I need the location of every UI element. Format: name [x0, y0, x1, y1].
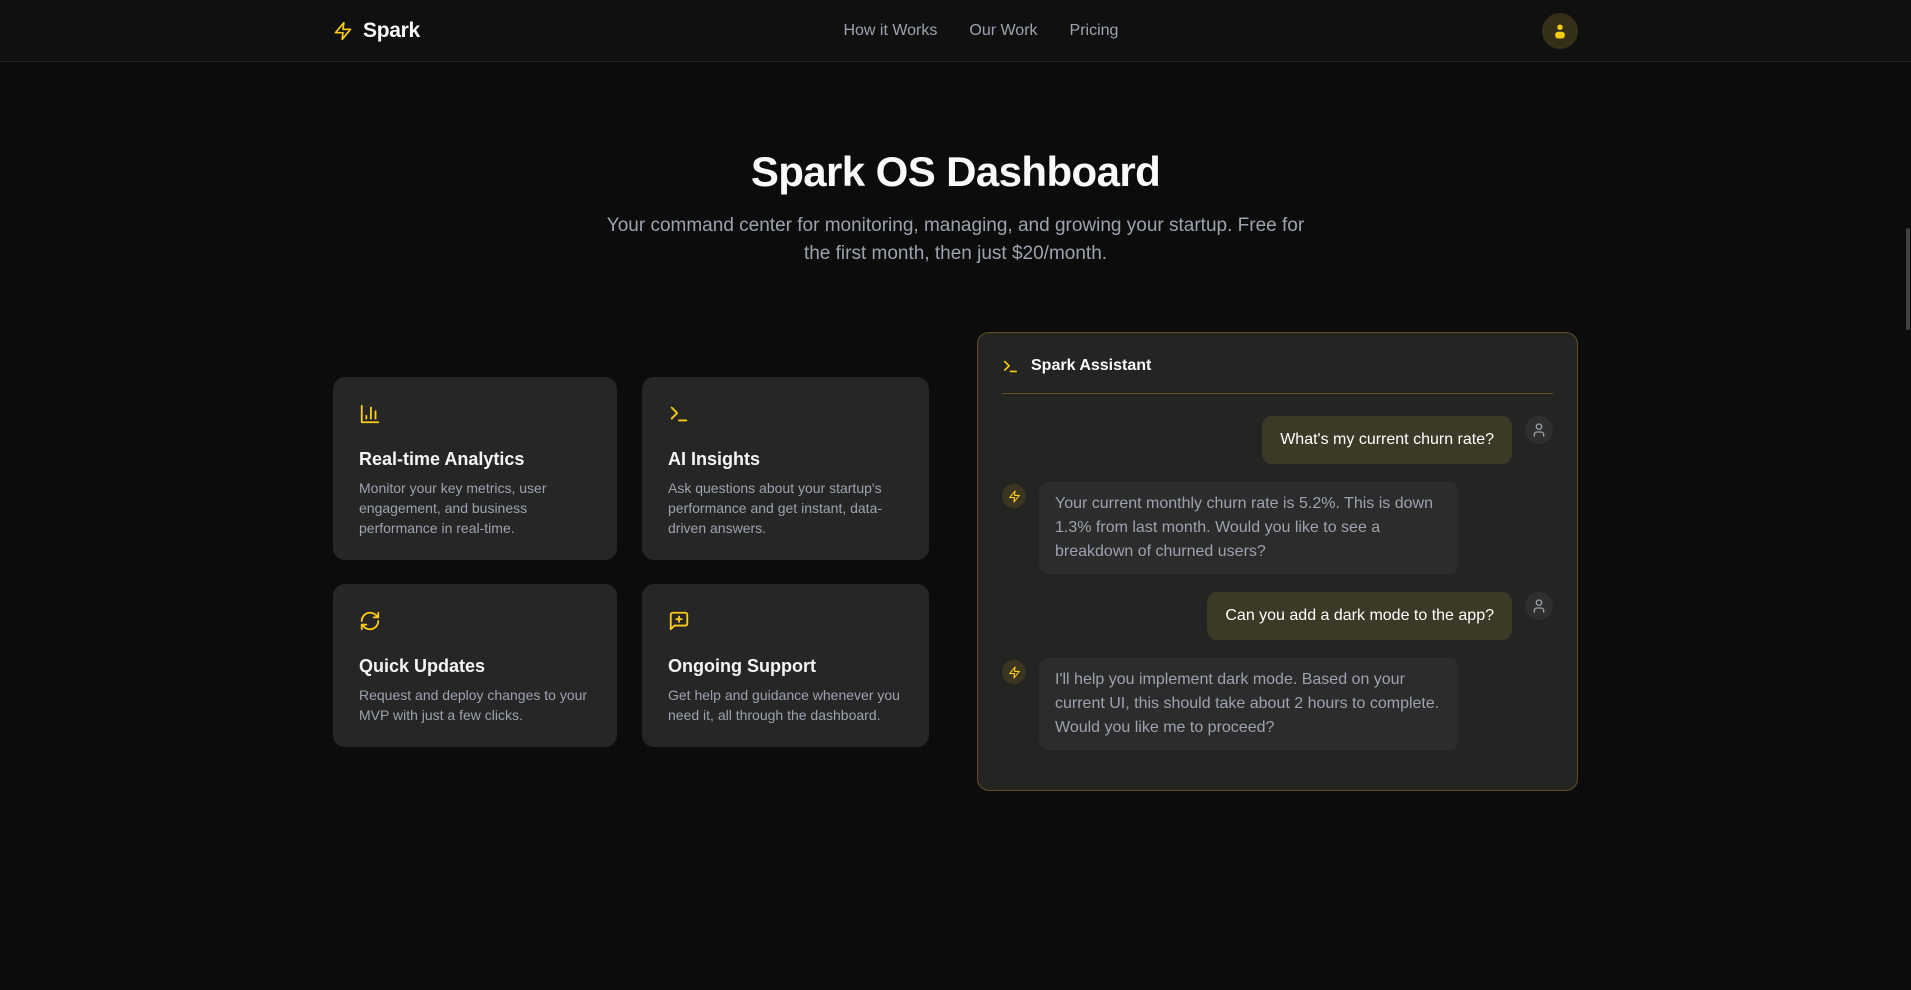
chat-message-assistant: I'll help you implement dark mode. Based…: [1002, 658, 1553, 750]
feature-card-ai-insights: AI Insights Ask questions about your sta…: [642, 377, 929, 560]
page-title: Spark OS Dashboard: [0, 148, 1911, 196]
assistant-panel-title: Spark Assistant: [1031, 357, 1151, 375]
assistant-panel-header: Spark Assistant: [1002, 333, 1553, 394]
feature-description: Monitor your key metrics, user engagemen…: [359, 478, 591, 538]
feature-title: Real-time Analytics: [359, 449, 591, 470]
nav-link-our-work[interactable]: Our Work: [969, 22, 1037, 40]
page-subtitle: Your command center for monitoring, mana…: [602, 212, 1310, 268]
user-icon: [1551, 22, 1569, 40]
feature-title: Ongoing Support: [668, 656, 903, 677]
nav-link-pricing[interactable]: Pricing: [1070, 22, 1119, 40]
feature-card-ongoing-support: Ongoing Support Get help and guidance wh…: [642, 584, 929, 747]
assistant-avatar: [1002, 660, 1026, 684]
content-row: Real-time Analytics Monitor your key met…: [333, 332, 1578, 791]
zap-icon: [333, 21, 353, 41]
main-content: Spark OS Dashboard Your command center f…: [0, 62, 1911, 791]
assistant-bubble: Your current monthly churn rate is 5.2%.…: [1039, 482, 1459, 574]
user-avatar: [1525, 416, 1553, 444]
chat-message-assistant: Your current monthly churn rate is 5.2%.…: [1002, 482, 1553, 574]
assistant-messages: What's my current churn rate? Your curre…: [978, 394, 1577, 790]
terminal-icon: [668, 403, 903, 425]
nav-link-how-it-works[interactable]: How it Works: [843, 22, 937, 40]
feature-description: Ask questions about your startup's perfo…: [668, 478, 903, 538]
feature-card-quick-updates: Quick Updates Request and deploy changes…: [333, 584, 617, 747]
bar-chart-icon: [359, 403, 591, 425]
user-avatar: [1525, 592, 1553, 620]
feature-description: Get help and guidance whenever you need …: [668, 685, 903, 725]
hero-section: Spark OS Dashboard Your command center f…: [0, 62, 1911, 268]
navbar: Spark How it Works Our Work Pricing: [0, 0, 1911, 62]
assistant-avatar: [1002, 484, 1026, 508]
chat-message-user: What's my current churn rate?: [1002, 416, 1553, 464]
nav-links: How it Works Our Work Pricing: [420, 22, 1542, 40]
zap-icon: [1008, 490, 1021, 503]
zap-icon: [1008, 666, 1021, 679]
message-square-plus-icon: [668, 610, 903, 632]
brand-name: Spark: [363, 19, 420, 43]
feature-title: Quick Updates: [359, 656, 591, 677]
account-avatar-button[interactable]: [1542, 13, 1578, 49]
feature-title: AI Insights: [668, 449, 903, 470]
feature-description: Request and deploy changes to your MVP w…: [359, 685, 591, 725]
navbar-inner: Spark How it Works Our Work Pricing: [333, 0, 1578, 61]
assistant-bubble: I'll help you implement dark mode. Based…: [1039, 658, 1459, 750]
user-bubble: Can you add a dark mode to the app?: [1207, 592, 1512, 640]
features-grid: Real-time Analytics Monitor your key met…: [333, 377, 929, 747]
user-icon: [1531, 598, 1547, 614]
assistant-panel: Spark Assistant What's my current churn …: [977, 332, 1578, 791]
terminal-icon: [1002, 358, 1019, 375]
scrollbar-thumb[interactable]: [1906, 228, 1910, 330]
feature-card-realtime-analytics: Real-time Analytics Monitor your key met…: [333, 377, 617, 560]
brand-logo[interactable]: Spark: [333, 19, 420, 43]
user-bubble: What's my current churn rate?: [1262, 416, 1512, 464]
refresh-icon: [359, 610, 591, 632]
user-icon: [1531, 422, 1547, 438]
chat-message-user: Can you add a dark mode to the app?: [1002, 592, 1553, 640]
